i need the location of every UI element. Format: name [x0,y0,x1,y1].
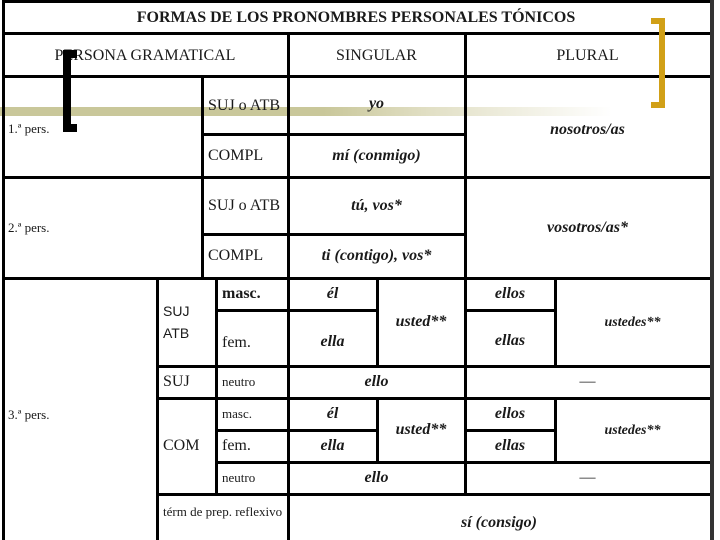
third-suj-atb-usted: usted** [395,313,447,330]
third-com-plural-neutro: — [579,469,596,486]
first-person-plural: nosotros/as [550,121,625,138]
first-person-sing-compl: mí (conmigo) [332,146,421,164]
first-person-suj-atb: SUJ o ATB [208,96,281,114]
header-singular: SINGULAR [336,46,417,64]
third-reflexive-value: sí (consigo) [461,514,537,531]
second-person-label: 2.ª pers. [8,219,50,235]
right-edge-border [710,0,714,540]
third-com-ustedes: ustedes** [604,422,661,438]
first-person-compl: COMPL [208,146,264,164]
third-reflexive-label: térm de prep. reflexivo [163,504,283,519]
third-suj-neutro: neutro [222,374,256,390]
third-suj-atb-fem: fem. [222,334,251,351]
third-com-plural-masc: ellos [494,405,526,422]
third-com-fem: fem. [222,437,251,454]
third-com-masc: masc. [222,406,252,422]
third-com-sing-neutro: ello [364,469,389,486]
third-suj-plural: — [579,373,596,390]
header-plural: PLURAL [556,46,619,64]
first-person-label: 1.ª pers. [8,121,50,136]
third-com-plural-fem: ellas [494,437,526,454]
right-bracket-decoration [651,18,665,108]
left-bracket-decoration [63,50,77,132]
header-persona: PERSONA GRAMATICAL [54,46,236,64]
second-person-suj-atb: SUJ o ATB [208,196,281,214]
third-com-usted: usted** [395,421,447,438]
second-person-sing-suj: tú, vos* [351,196,402,214]
third-com-neutro: neutro [222,470,256,486]
third-com-sing-masc: él [326,405,339,422]
third-suj-atb-plural-fem: ellas [494,332,526,349]
third-com-sing-fem: ella [320,437,345,454]
first-person-sing-suj: yo [368,94,385,112]
third-suj-atb-ustedes: ustedes** [604,314,661,330]
third-suj-atb-sing-masc: él [326,285,339,302]
second-person-sing-compl: ti (contigo), vos* [321,247,432,264]
table-title: FORMAS DE LOS PRONOMBRES PERSONALES TÓNI… [136,9,576,26]
second-person-plural: vosotros/as* [547,218,628,236]
third-suj-label: SUJ [163,373,190,390]
third-suj-atb-masc: masc. [222,285,261,302]
third-suj-atb-sing-fem: ella [320,333,345,350]
second-person-compl: COMPL [208,247,264,264]
third-suj-atb-label: SUJ ATB [163,302,190,341]
third-person-label: 3.ª pers. [8,407,50,423]
third-suj-sing: ello [364,373,389,390]
third-suj-atb-plural-masc: ellos [494,285,526,302]
third-com-label: COM [163,437,200,454]
